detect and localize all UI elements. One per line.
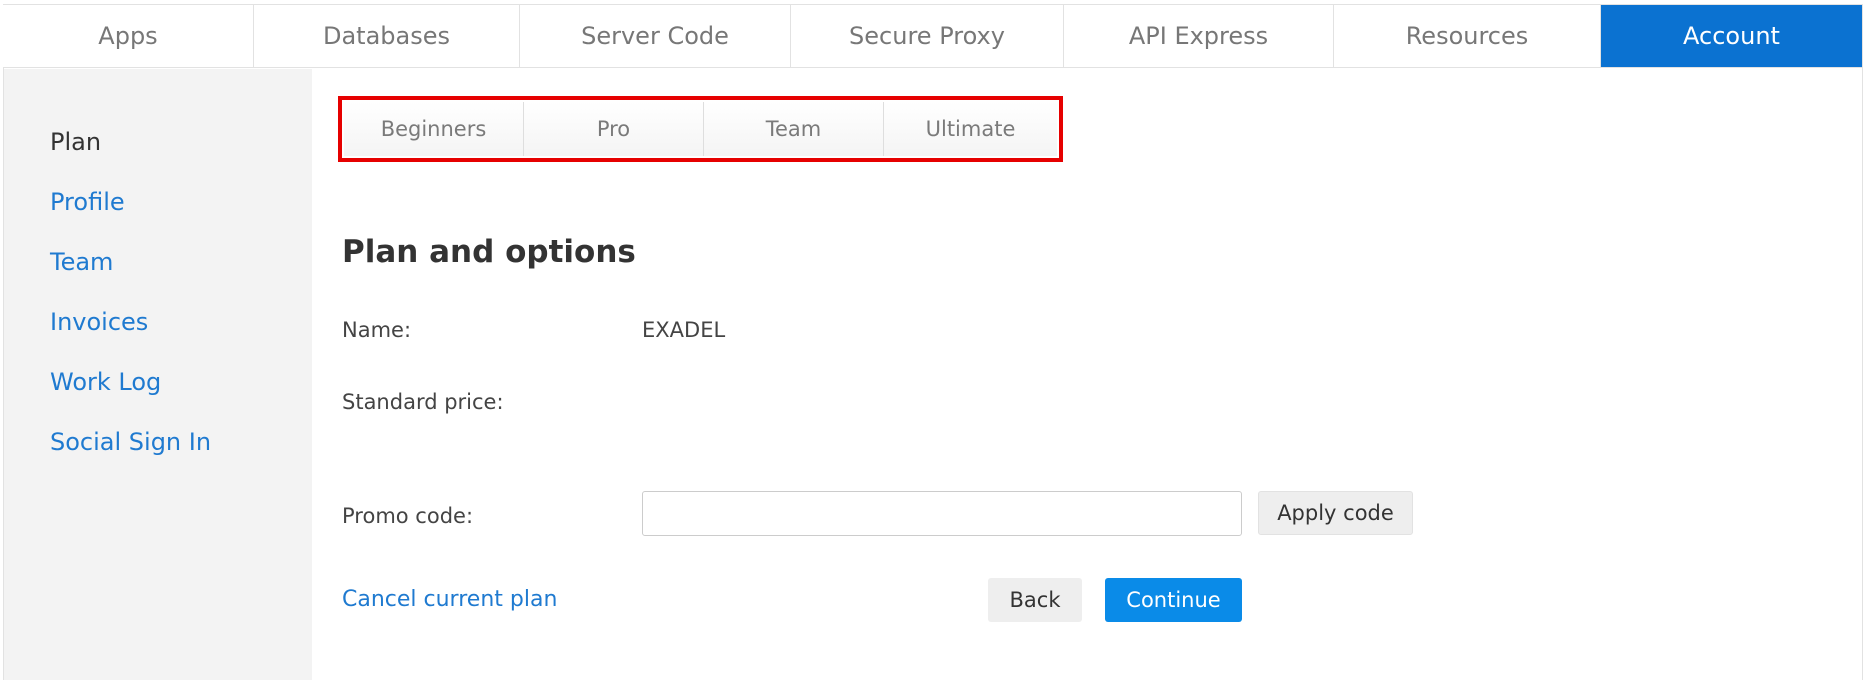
tab-api-express[interactable]: API Express: [1064, 5, 1334, 67]
top-navigation: Apps Databases Server Code Secure Proxy …: [3, 4, 1862, 68]
cancel-current-plan-link[interactable]: Cancel current plan: [342, 587, 557, 612]
tab-resources[interactable]: Resources: [1334, 5, 1601, 67]
sidebar: Plan Profile Team Invoices Work Log Soci…: [4, 69, 312, 680]
tab-account[interactable]: Account: [1601, 5, 1862, 67]
tab-databases[interactable]: Databases: [254, 5, 520, 67]
sidebar-item-team[interactable]: Team: [50, 248, 113, 276]
name-label: Name:: [342, 318, 412, 342]
plan-tabs: Beginners Pro Team Ultimate: [344, 102, 1057, 156]
plan-tab-pro[interactable]: Pro: [524, 102, 704, 156]
tab-secure-proxy[interactable]: Secure Proxy: [791, 5, 1064, 67]
continue-button[interactable]: Continue: [1105, 578, 1242, 622]
back-button[interactable]: Back: [988, 578, 1082, 622]
plan-tab-ultimate[interactable]: Ultimate: [884, 102, 1057, 156]
plan-tab-beginners[interactable]: Beginners: [344, 102, 524, 156]
sidebar-item-work-log[interactable]: Work Log: [50, 368, 161, 396]
sidebar-item-invoices[interactable]: Invoices: [50, 308, 148, 336]
standard-price-label: Standard price:: [342, 390, 504, 414]
tab-server-code[interactable]: Server Code: [520, 5, 791, 67]
apply-code-button[interactable]: Apply code: [1258, 491, 1413, 535]
page-title: Plan and options: [342, 234, 636, 270]
name-value: EXADEL: [642, 318, 726, 342]
promo-code-input[interactable]: [642, 491, 1242, 536]
sidebar-item-profile[interactable]: Profile: [50, 188, 125, 216]
sidebar-item-plan[interactable]: Plan: [50, 128, 101, 156]
tab-apps[interactable]: Apps: [3, 5, 254, 67]
plan-tab-team[interactable]: Team: [704, 102, 884, 156]
promo-code-label: Promo code:: [342, 504, 474, 528]
sidebar-item-social-sign-in[interactable]: Social Sign In: [50, 428, 211, 456]
